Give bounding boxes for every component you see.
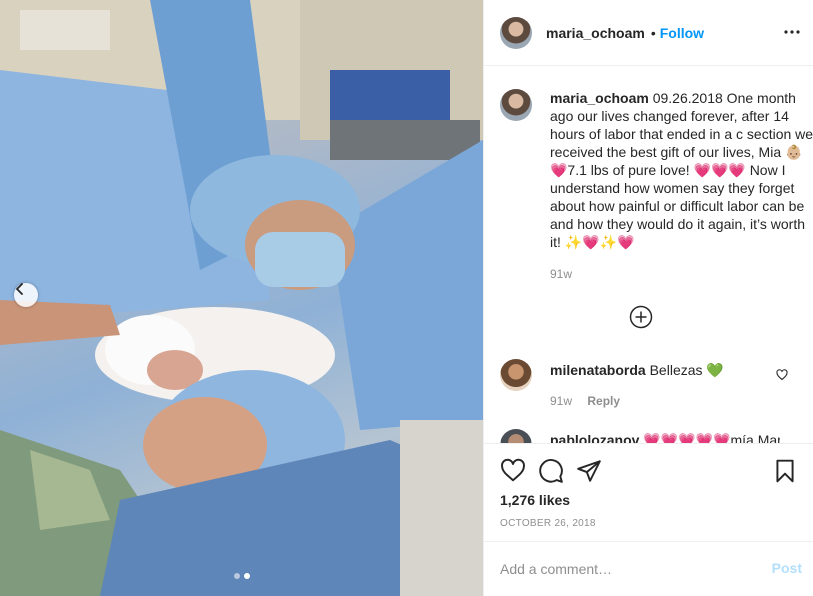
instagram-post: maria_ochoam • Follow maria_ochoam 09.26… <box>0 0 813 596</box>
comment-text: milenataborda Bellezas 💚 <box>550 361 780 379</box>
post-actions: 1,276 likes OCTOBER 26, 2018 <box>484 443 813 555</box>
comment-button[interactable] <box>538 458 564 484</box>
commenter-avatar[interactable] <box>500 359 532 391</box>
post-date[interactable]: OCTOBER 26, 2018 <box>500 518 596 529</box>
author-avatar[interactable] <box>500 16 532 49</box>
caption-body: 09.26.2018 One month ago our lives chang… <box>550 90 813 250</box>
reply-button[interactable]: Reply <box>587 394 620 408</box>
like-comment-button[interactable] <box>776 368 788 381</box>
caption-text: maria_ochoam 09.26.2018 One month ago ou… <box>550 89 813 251</box>
caption-timestamp[interactable]: 91w <box>550 267 572 281</box>
like-button[interactable] <box>500 458 526 484</box>
caption-avatar[interactable] <box>500 89 532 121</box>
commenter-username[interactable]: milenataborda <box>550 362 646 378</box>
comment-icon <box>539 459 563 483</box>
carousel-dot-active <box>243 573 250 579</box>
comment-input[interactable] <box>500 556 750 582</box>
likes-count[interactable]: 1,276 likes <box>500 492 570 508</box>
comment-text: pablolozanov 💗💗💗💗💗mía Mari <box>550 431 780 443</box>
load-more-comments-button[interactable] <box>629 305 653 329</box>
heart-icon <box>776 369 788 381</box>
more-options-button[interactable] <box>782 22 802 42</box>
post-details-panel: maria_ochoam • Follow maria_ochoam 09.26… <box>483 0 813 596</box>
commenter-avatar[interactable] <box>500 429 532 443</box>
add-comment-bar: Post <box>484 541 813 596</box>
header-separator: • <box>650 24 656 41</box>
more-horizontal-icon <box>784 30 800 34</box>
send-icon <box>577 460 601 482</box>
save-button[interactable] <box>772 458 798 484</box>
author-username[interactable]: maria_ochoam <box>546 25 645 41</box>
comment-timestamp[interactable]: 91w <box>550 394 572 408</box>
follow-button[interactable]: Follow <box>660 25 704 41</box>
carousel-indicator <box>0 573 483 579</box>
caption-username[interactable]: maria_ochoam <box>550 90 649 106</box>
post-comment-button[interactable]: Post <box>772 560 802 576</box>
plus-circle-icon <box>629 305 653 329</box>
heart-icon <box>501 458 525 482</box>
share-button[interactable] <box>576 458 602 484</box>
post-header: maria_ochoam • Follow <box>484 0 813 66</box>
commenter-username[interactable]: pablolozanov <box>550 432 639 443</box>
comments-list[interactable]: maria_ochoam 09.26.2018 One month ago ou… <box>484 67 813 443</box>
chevron-left-icon <box>16 283 23 295</box>
comment-body: 💗💗💗💗💗mía Mari <box>643 432 780 443</box>
previous-slide-button[interactable] <box>14 283 38 307</box>
bookmark-icon <box>776 459 794 483</box>
carousel-dot <box>233 573 240 579</box>
hospital-photo-illustration <box>0 0 483 596</box>
comment-body: Bellezas 💚 <box>649 362 724 378</box>
comment-meta: 91w Reply <box>550 394 620 408</box>
post-photo[interactable] <box>0 0 483 596</box>
